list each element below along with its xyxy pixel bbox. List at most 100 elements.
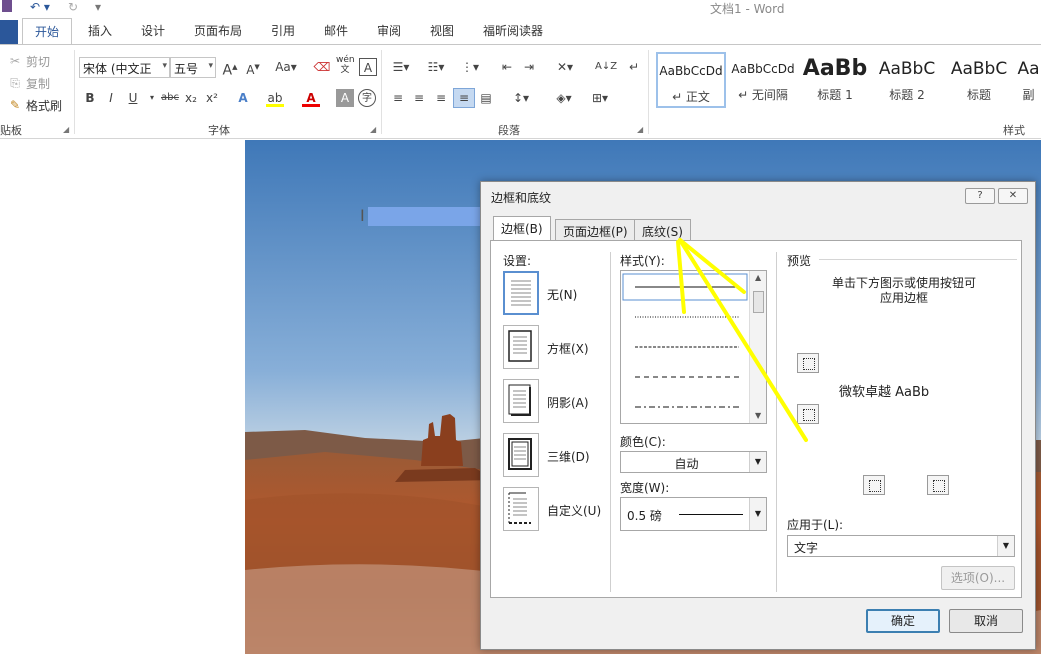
file-tab[interactable]	[0, 20, 18, 44]
tab-design[interactable]: 设计	[141, 22, 165, 39]
apply-to-dropdown[interactable]: 文字 ▼	[787, 535, 1015, 557]
font-launcher-icon[interactable]: ◢	[370, 125, 376, 134]
shading-icon[interactable]: ◈▾	[550, 89, 578, 107]
border-style-list[interactable]: ▲ ▼	[620, 270, 767, 424]
close-button[interactable]: ✕	[998, 188, 1028, 204]
tab-insert[interactable]: 插入	[88, 22, 112, 39]
tab-shading[interactable]: 底纹(S)	[634, 219, 691, 241]
right-border-button[interactable]	[927, 475, 949, 495]
tab-layout[interactable]: 页面布局	[194, 22, 242, 39]
tab-borders[interactable]: 边框(B)	[493, 216, 551, 242]
grow-font-icon[interactable]: A▲	[221, 58, 239, 79]
setting-box-label[interactable]: 方框(X)	[547, 340, 589, 357]
setting-none-button[interactable]	[503, 271, 539, 315]
highlight-icon[interactable]: ab	[266, 89, 284, 107]
enclose-character-icon[interactable]: 字	[358, 89, 376, 107]
shrink-font-icon[interactable]: A▼	[244, 58, 262, 77]
sort-icon[interactable]: A↓Z	[595, 58, 617, 76]
italic-button[interactable]: I	[102, 89, 120, 107]
chinese-layout-icon[interactable]: ✕▾	[552, 58, 578, 76]
cut-icon[interactable]: ✂	[6, 52, 24, 70]
help-button[interactable]: ?	[965, 188, 995, 204]
increase-indent-icon[interactable]: ⇥	[520, 58, 538, 76]
left-border-button[interactable]	[863, 475, 885, 495]
top-border-button[interactable]	[797, 353, 819, 373]
scroll-up-icon[interactable]: ▲	[755, 273, 761, 282]
style-heading-1[interactable]: AaBb 标题 1	[800, 52, 870, 108]
numbering-icon[interactable]: ☷▾	[424, 58, 448, 76]
setting-none-label[interactable]: 无(N)	[547, 286, 577, 303]
width-dropdown[interactable]: 0.5 磅 ▼	[620, 497, 767, 531]
tab-references[interactable]: 引用	[271, 22, 295, 39]
tab-home[interactable]: 开始	[22, 18, 73, 45]
text-effects-icon[interactable]: A	[234, 89, 252, 107]
multilevel-list-icon[interactable]: ⋮▾	[458, 58, 482, 76]
cut-button[interactable]: 剪切	[26, 53, 50, 70]
setting-shadow-label[interactable]: 阴影(A)	[547, 394, 589, 411]
bottom-border-button[interactable]	[797, 404, 819, 424]
phonetic-guide-icon[interactable]: wén 文	[336, 55, 355, 75]
strikethrough-button[interactable]: abc	[158, 89, 182, 107]
setting-custom-button[interactable]	[503, 487, 539, 531]
scroll-down-icon[interactable]: ▼	[755, 411, 761, 420]
show-marks-icon[interactable]: ↵	[625, 58, 643, 76]
line-spacing-icon[interactable]: ↕▾	[508, 89, 534, 107]
justify-icon[interactable]: ≡	[453, 88, 475, 108]
bullets-icon[interactable]: ☰▾	[389, 58, 413, 76]
setting-box-button[interactable]	[503, 325, 539, 369]
options-button[interactable]: 选项(O)...	[941, 566, 1015, 590]
cancel-button[interactable]: 取消	[949, 609, 1023, 633]
setting-3d-label[interactable]: 三维(D)	[547, 448, 590, 465]
style-list-scrollbar[interactable]: ▲ ▼	[749, 271, 766, 423]
tab-review[interactable]: 审阅	[377, 22, 401, 39]
style-heading-2[interactable]: AaBbC 标题 2	[872, 52, 942, 108]
save-icon[interactable]	[2, 0, 12, 12]
bold-button[interactable]: B	[81, 89, 99, 107]
scroll-thumb[interactable]	[753, 291, 764, 313]
undo-icon[interactable]: ↶ ▾	[30, 0, 50, 14]
paragraph-group-label: 段落	[498, 124, 520, 137]
style-sample: Aa	[1017, 59, 1040, 79]
setting-3d-button[interactable]	[503, 433, 539, 477]
format-painter-button[interactable]: 格式刷	[26, 97, 62, 114]
font-group-label: 字体	[208, 124, 230, 137]
style-name: 标题	[966, 88, 991, 102]
redo-icon[interactable]: ↻	[68, 0, 78, 14]
tab-page-border[interactable]: 页面边框(P)	[555, 219, 636, 241]
style-no-spacing[interactable]: AaBbCcDd ↵ 无间隔	[728, 52, 798, 108]
copy-button[interactable]: 复制	[26, 75, 50, 92]
tab-mailings[interactable]: 邮件	[324, 22, 348, 39]
setting-shadow-button[interactable]	[503, 379, 539, 423]
borders-icon[interactable]: ⊞▾	[586, 89, 614, 107]
align-center-icon[interactable]: ≡	[410, 89, 428, 107]
font-size-combo[interactable]: 五号 ▾	[170, 57, 216, 78]
ok-button[interactable]: 确定	[866, 609, 940, 633]
style-subtitle[interactable]: Aa 副	[1016, 52, 1041, 108]
tab-foxit[interactable]: 福昕阅读器	[483, 22, 543, 39]
align-right-icon[interactable]: ≡	[432, 89, 450, 107]
font-name-combo[interactable]: 宋体 (中文正 ▾	[79, 57, 170, 78]
subscript-button[interactable]: x₂	[182, 89, 200, 107]
copy-icon[interactable]: ⎘	[6, 74, 24, 92]
paragraph-launcher-icon[interactable]: ◢	[637, 125, 643, 134]
underline-button[interactable]: U	[124, 89, 142, 107]
clear-format-icon[interactable]: ⌫	[313, 58, 331, 76]
align-left-icon[interactable]: ≡	[389, 89, 407, 107]
character-border-icon[interactable]: A	[359, 58, 377, 76]
font-color-icon[interactable]: A	[302, 89, 320, 107]
style-title[interactable]: AaBbC 标题	[944, 52, 1014, 108]
setting-custom-label[interactable]: 自定义(U)	[547, 502, 601, 519]
decrease-indent-icon[interactable]: ⇤	[498, 58, 516, 76]
character-shading-icon[interactable]: A	[336, 89, 354, 107]
style-normal[interactable]: AaBbCcDd ↵ 正文	[656, 52, 726, 108]
tab-view[interactable]: 视图	[430, 22, 454, 39]
customize-qat-icon[interactable]: ▾	[95, 0, 101, 14]
color-dropdown[interactable]: 自动 ▼	[620, 451, 767, 473]
change-case-icon[interactable]: Aa▾	[272, 58, 300, 76]
width-line-sample	[679, 514, 743, 515]
superscript-button[interactable]: x²	[203, 89, 221, 107]
format-painter-icon[interactable]: ✎	[6, 96, 24, 114]
clipboard-launcher-icon[interactable]: ◢	[63, 125, 69, 134]
clipboard-group-label: 贴板	[0, 124, 22, 137]
distributed-icon[interactable]: ▤	[477, 89, 495, 107]
